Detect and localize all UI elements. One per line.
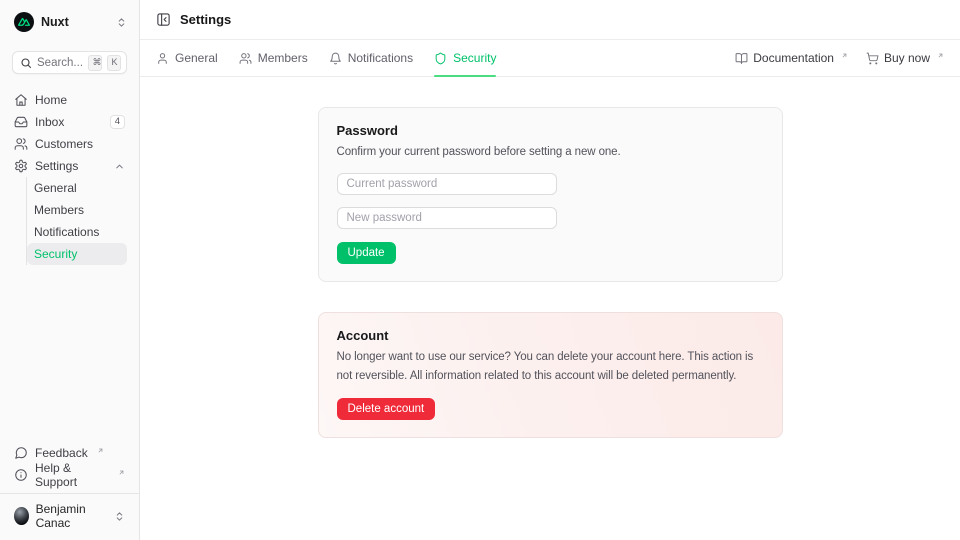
tab-security[interactable]: Security — [434, 40, 496, 76]
sidebar-item-security[interactable]: Security — [27, 243, 127, 265]
documentation-link[interactable]: Documentation — [735, 51, 848, 65]
search-icon — [20, 57, 32, 69]
sidebar-nav: Home Inbox 4 Customers Settings — [12, 89, 127, 265]
password-card: Password Confirm your current password b… — [318, 107, 783, 282]
shield-icon — [434, 52, 447, 65]
message-bubble-icon — [14, 446, 28, 460]
nuxt-logo-icon — [14, 12, 34, 32]
sidebar-divider — [0, 493, 139, 494]
sidebar-item-label: Customers — [35, 137, 93, 151]
sidebar-item-inbox[interactable]: Inbox 4 — [12, 111, 127, 133]
chevrons-up-down-icon — [116, 17, 127, 28]
inbox-count-badge: 4 — [110, 115, 125, 130]
chevrons-up-down-icon — [114, 511, 125, 522]
sidebar-item-general[interactable]: General — [27, 177, 127, 199]
tab-label: Members — [258, 51, 308, 65]
app-window: Nuxt Search... ⌘ K Home — [0, 0, 960, 540]
user-name: Benjamin Canac — [36, 502, 107, 530]
tab-bar: General Members Notifications — [140, 40, 960, 77]
header-link-label: Buy now — [884, 51, 930, 65]
collapse-sidebar-icon[interactable] — [156, 12, 171, 27]
account-card: Account No longer want to use our servic… — [318, 312, 783, 438]
password-card-description: Confirm your current password before set… — [337, 143, 764, 161]
current-password-field[interactable] — [337, 173, 557, 195]
tab-label: General — [175, 51, 218, 65]
external-link-icon — [937, 52, 944, 59]
search-input[interactable]: Search... ⌘ K — [12, 51, 127, 74]
update-password-button[interactable]: Update — [337, 242, 396, 264]
search-placeholder: Search... — [37, 57, 83, 69]
page-title: Settings — [180, 12, 231, 27]
delete-account-button[interactable]: Delete account — [337, 398, 436, 420]
book-open-icon — [735, 52, 748, 65]
user-icon — [156, 52, 169, 65]
account-card-title: Account — [337, 328, 764, 343]
user-menu[interactable]: Benjamin Canac — [12, 500, 127, 532]
sidebar-item-members[interactable]: Members — [27, 199, 127, 221]
settings-security-content: Password Confirm your current password b… — [140, 77, 960, 540]
account-card-description: No longer want to use our service? You c… — [337, 348, 764, 385]
tab-label: Notifications — [348, 51, 413, 65]
help-support-link[interactable]: Help & Support — [12, 464, 127, 486]
kbd-k: K — [107, 55, 121, 71]
kbd-cmd: ⌘ — [88, 55, 102, 71]
chevron-up-icon — [114, 161, 125, 172]
tab-members[interactable]: Members — [239, 40, 308, 76]
tab-label: Security — [453, 51, 496, 65]
footer-link-label: Feedback — [35, 446, 88, 460]
bell-icon — [329, 52, 342, 65]
external-link-icon — [841, 52, 848, 59]
team-switcher[interactable]: Nuxt — [12, 10, 127, 34]
buy-now-link[interactable]: Buy now — [866, 51, 944, 65]
inbox-icon — [14, 115, 28, 129]
gear-icon — [14, 159, 28, 173]
users-icon — [239, 52, 252, 65]
team-name: Nuxt — [41, 15, 69, 29]
info-circle-icon — [14, 468, 28, 482]
sidebar-item-label: Settings — [35, 159, 78, 173]
header-link-label: Documentation — [753, 51, 834, 65]
main-panel: Settings General Members — [140, 0, 960, 540]
sidebar-item-customers[interactable]: Customers — [12, 133, 127, 155]
sidebar-item-home[interactable]: Home — [12, 89, 127, 111]
sidebar-item-notifications[interactable]: Notifications — [27, 221, 127, 243]
password-card-title: Password — [337, 123, 764, 138]
tab-general[interactable]: General — [156, 40, 218, 76]
tabs: General Members Notifications — [156, 40, 496, 76]
sidebar-item-label: Home — [35, 93, 67, 107]
home-icon — [14, 93, 28, 107]
sidebar: Nuxt Search... ⌘ K Home — [0, 0, 140, 540]
avatar — [14, 507, 29, 525]
new-password-field[interactable] — [337, 207, 557, 229]
header-links: Documentation Buy now — [735, 51, 944, 65]
settings-subnav: General Members Notifications Security — [26, 177, 127, 265]
external-link-icon — [97, 447, 104, 454]
sidebar-item-settings[interactable]: Settings — [12, 155, 127, 177]
page-header: Settings — [140, 0, 960, 40]
shopping-cart-icon — [866, 52, 879, 65]
sidebar-item-label: Inbox — [35, 115, 64, 129]
footer-link-label: Help & Support — [35, 461, 109, 489]
tab-notifications[interactable]: Notifications — [329, 40, 413, 76]
sidebar-footer: Feedback Help & Support Benjamin Canac — [12, 442, 127, 532]
external-link-icon — [118, 469, 125, 476]
users-icon — [14, 137, 28, 151]
